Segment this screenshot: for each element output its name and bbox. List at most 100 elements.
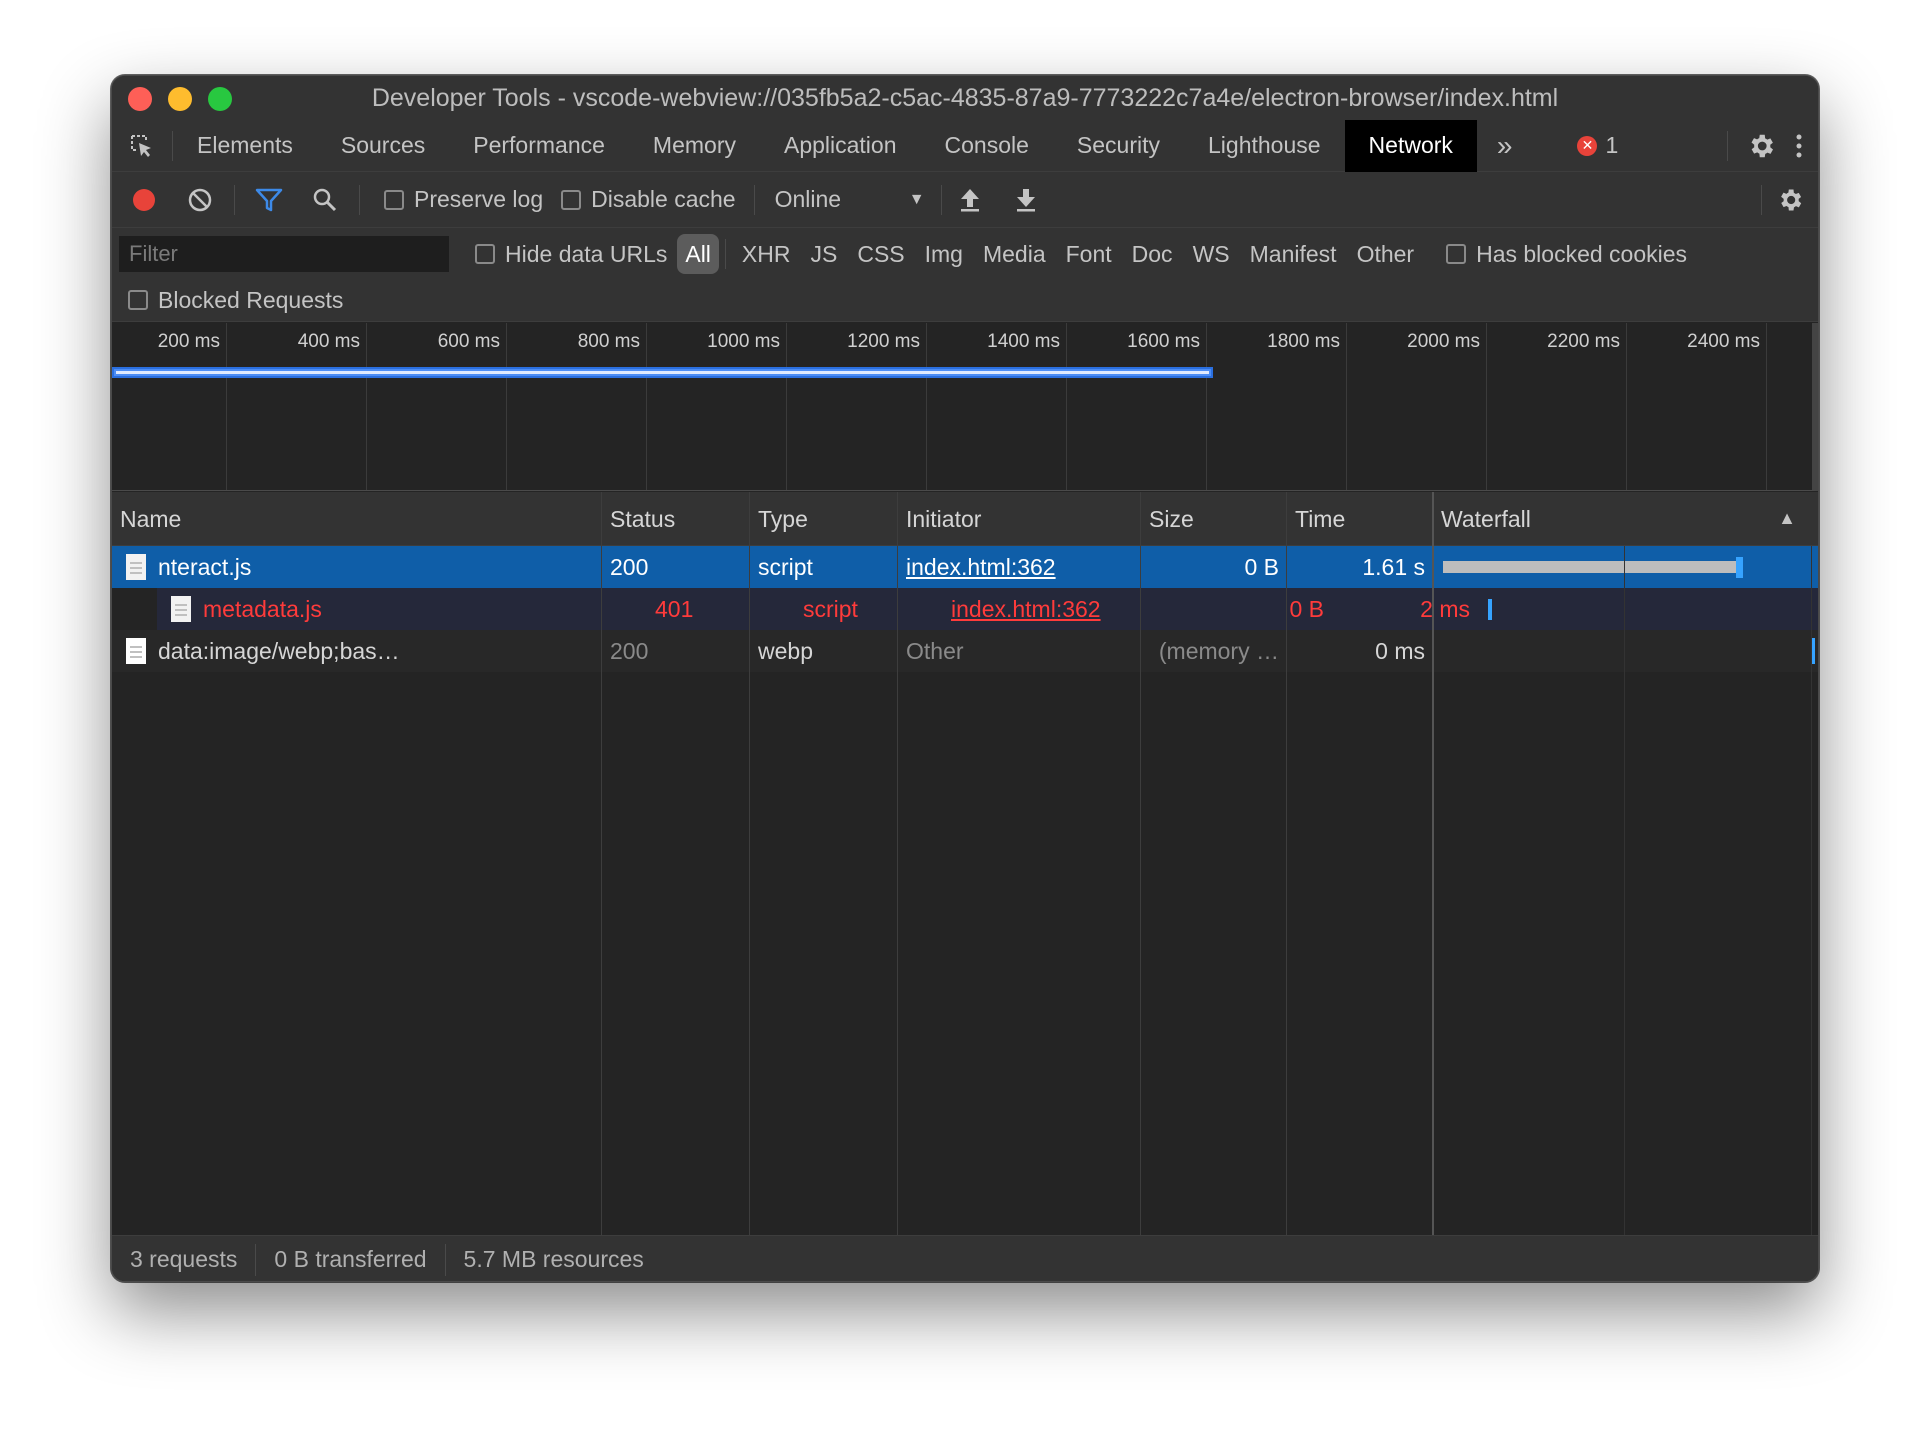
search-icon <box>313 188 337 211</box>
inspect-element-button[interactable] <box>112 120 172 172</box>
column-divider <box>601 492 602 1235</box>
tab-memory[interactable]: Memory <box>629 120 760 172</box>
preserve-log-checkbox[interactable]: Preserve log <box>384 186 543 213</box>
timeline-gridline <box>1066 323 1067 490</box>
blocked-requests-label: Blocked Requests <box>158 286 344 313</box>
size-cell: 0 B <box>1244 553 1279 580</box>
column-header-name[interactable]: Name <box>112 492 602 546</box>
import-har-button[interactable] <box>942 172 998 228</box>
throttling-value: Online <box>774 186 842 212</box>
status-cell: 200 <box>610 553 649 580</box>
checkbox-box[interactable] <box>384 189 404 210</box>
toolbar-separator <box>234 184 235 215</box>
checkbox-box[interactable] <box>1446 244 1467 264</box>
blocked-requests-checkbox[interactable]: Blocked Requests <box>128 287 343 314</box>
type-filter-js[interactable]: JS <box>800 234 847 274</box>
type-filter-font[interactable]: Font <box>1056 234 1122 274</box>
upload-icon <box>960 188 979 211</box>
timeline-gridline <box>1626 323 1627 490</box>
tab-lighthouse[interactable]: Lighthouse <box>1184 120 1345 172</box>
minimize-window-button[interactable] <box>168 87 192 111</box>
tab-console[interactable]: Console <box>921 120 1053 172</box>
waterfall-bar-end <box>1736 557 1743 578</box>
timeline-tick-label: 1400 ms <box>987 331 1060 352</box>
type-cell: webp <box>758 637 813 664</box>
record-button[interactable] <box>116 172 172 228</box>
tab-elements[interactable]: Elements <box>173 120 317 172</box>
close-window-button[interactable] <box>128 87 152 111</box>
timeline-overview[interactable]: 200 ms 400 ms 600 ms 800 ms 1000 ms 1200 ms 14… <box>112 323 1818 491</box>
column-header-size[interactable]: Size <box>1141 492 1287 546</box>
has-blocked-cookies-label: Has blocked cookies <box>1476 240 1688 267</box>
timeline-gridline <box>506 323 507 490</box>
more-options-icon[interactable] <box>1794 131 1804 161</box>
column-header-initiator[interactable]: Initiator <box>898 492 1141 546</box>
filter-funnel-icon <box>255 188 283 211</box>
zoom-window-button[interactable] <box>208 87 232 111</box>
timeline-tick-label: 2400 ms <box>1687 331 1760 352</box>
column-header-status[interactable]: Status <box>602 492 750 546</box>
table-row[interactable]: data:image/webp;bas… 200 webp Other (mem… <box>112 630 1818 672</box>
timeline-tick-label: 200 ms <box>157 331 220 352</box>
tab-performance[interactable]: Performance <box>449 120 629 172</box>
type-filter-ws[interactable]: WS <box>1183 234 1240 274</box>
type-filter-manifest[interactable]: Manifest <box>1240 234 1347 274</box>
column-header-type[interactable]: Type <box>750 492 898 546</box>
type-filter-other[interactable]: Other <box>1347 234 1425 274</box>
filter-input[interactable] <box>119 236 449 272</box>
column-header-time[interactable]: Time <box>1287 492 1433 546</box>
tab-application[interactable]: Application <box>760 120 921 172</box>
timeline-gridline <box>1346 323 1347 490</box>
type-filter-all[interactable]: All <box>677 234 719 274</box>
type-filter-css[interactable]: CSS <box>847 234 914 274</box>
request-count: 3 requests <box>112 1243 257 1276</box>
type-cell: script <box>803 595 858 622</box>
export-har-button[interactable] <box>998 172 1054 228</box>
toolbar-separator <box>359 184 360 215</box>
network-settings-button[interactable] <box>1762 172 1818 228</box>
search-button[interactable] <box>297 172 353 228</box>
hide-data-urls-label: Hide data URLs <box>505 240 668 267</box>
timeline-tick-label: 800 ms <box>577 331 640 352</box>
more-tabs-icon[interactable]: » <box>1477 130 1533 162</box>
status-bar: 3 requests 0 B transferred 5.7 MB resour… <box>112 1235 1818 1281</box>
timeline-gridline <box>1206 323 1207 490</box>
timeline-request-bar <box>112 367 1213 378</box>
network-toolbar: Preserve log Disable cache Online ▼ <box>112 172 1818 228</box>
throttling-select[interactable]: Online ▼ <box>775 186 925 213</box>
request-name: data:image/webp;bas… <box>158 637 400 664</box>
timeline-tick-label: 1600 ms <box>1127 331 1200 352</box>
column-divider <box>749 492 750 1235</box>
type-filter-xhr[interactable]: XHR <box>732 234 801 274</box>
column-header-waterfall[interactable]: Waterfall <box>1433 492 1818 546</box>
type-filter-doc[interactable]: Doc <box>1122 234 1183 274</box>
time-cell: 1.61 s <box>1362 553 1425 580</box>
error-counter[interactable]: ✕ 1 <box>1577 132 1618 159</box>
error-icon: ✕ <box>1577 135 1598 156</box>
tab-security[interactable]: Security <box>1053 120 1184 172</box>
size-cell: (memory … <box>1158 637 1279 664</box>
settings-gear-icon[interactable] <box>1746 131 1776 161</box>
hide-data-urls-checkbox[interactable]: Hide data URLs <box>475 241 667 268</box>
timeline-gridline <box>786 323 787 490</box>
tab-separator <box>1727 130 1728 161</box>
type-filter-media[interactable]: Media <box>973 234 1056 274</box>
type-filter-img[interactable]: Img <box>915 234 973 274</box>
checkbox-box[interactable] <box>475 244 495 264</box>
tab-sources[interactable]: Sources <box>317 120 449 172</box>
waterfall-cell <box>1433 546 1818 588</box>
tab-network[interactable]: Network <box>1344 119 1477 172</box>
filter-toggle-button[interactable] <box>241 172 297 228</box>
table-row[interactable]: nteract.js 200 script index.html:362 0 B… <box>112 546 1818 588</box>
initiator-link[interactable]: index.html:362 <box>906 554 1056 581</box>
checkbox-box[interactable] <box>128 290 148 310</box>
window-title: Developer Tools - vscode-webview://035fb… <box>371 83 1559 112</box>
disable-cache-checkbox[interactable]: Disable cache <box>561 186 736 213</box>
has-blocked-cookies-checkbox[interactable]: Has blocked cookies <box>1446 241 1687 268</box>
table-row[interactable]: metadata.js 401 script index.html:362 0 … <box>157 588 1818 630</box>
initiator-link[interactable]: index.html:362 <box>951 596 1101 623</box>
download-icon <box>1016 188 1035 211</box>
checkbox-box[interactable] <box>561 189 582 210</box>
status-cell: 200 <box>610 637 649 664</box>
clear-button[interactable] <box>172 172 228 228</box>
